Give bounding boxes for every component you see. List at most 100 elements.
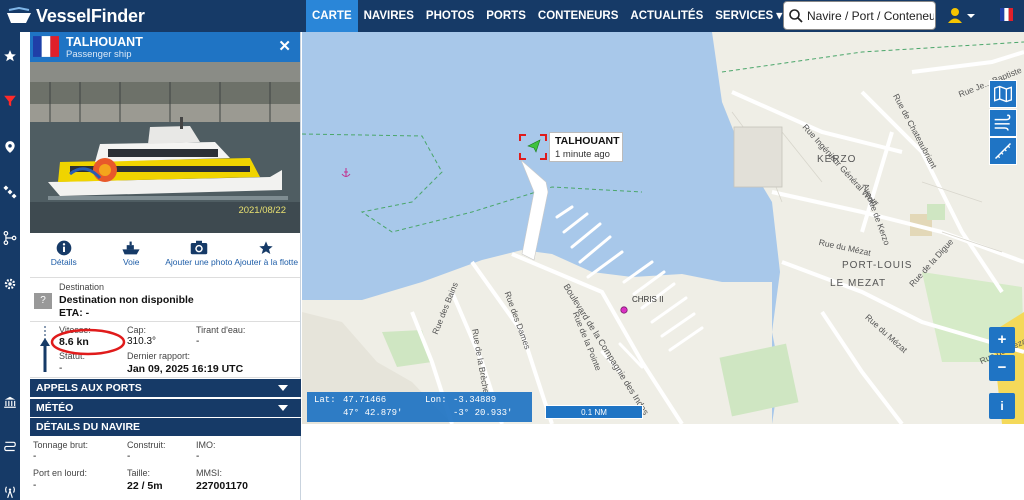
logo-icon	[7, 7, 31, 23]
antenna-icon	[5, 486, 15, 499]
wind-layer-button[interactable]	[989, 109, 1017, 137]
vessel-details-title: DÉTAILS DU NAVIRE	[36, 421, 141, 433]
map-scale-bar: 0.1 NM	[545, 405, 643, 419]
rail-route-button[interactable]	[2, 230, 18, 246]
speed-highlight-circle	[50, 328, 126, 356]
anchorage-icon	[341, 168, 351, 177]
info-icon	[56, 240, 72, 255]
vessel-popup-name: TALHOUANT	[555, 135, 620, 147]
rail-places-button[interactable]	[2, 139, 18, 155]
details-action[interactable]: Détails	[30, 233, 98, 277]
route-icon	[3, 231, 17, 245]
add-photo-action[interactable]: Ajouter une photo	[165, 233, 233, 277]
imo-label: IMO:	[196, 440, 216, 450]
gross-tonnage-value: -	[33, 451, 37, 462]
rail-track-button[interactable]	[2, 439, 18, 455]
star-icon	[259, 240, 273, 254]
built-value: -	[127, 451, 131, 462]
vessel-name: TALHOUANT	[66, 35, 143, 49]
vessel-label-chris-ii[interactable]: CHRIS II	[632, 295, 664, 304]
logo-text: VesselFinder	[36, 5, 145, 26]
camera-icon	[190, 240, 207, 255]
weather-title: MÉTÉO	[36, 402, 74, 414]
nav-actualites[interactable]: ACTUALITÉS	[624, 0, 709, 32]
nav-conteneurs[interactable]: CONTENEURS	[532, 0, 625, 32]
place-label-port-louis: PORT-LOUIS	[842, 260, 913, 271]
destination-value: Destination non disponible	[59, 294, 194, 306]
vessel-popup[interactable]: TALHOUANT 1 minute ago	[549, 132, 623, 162]
zoom-in-button[interactable]: +	[989, 327, 1015, 353]
rail-filter-button[interactable]	[2, 93, 18, 109]
port-calls-title: APPELS AUX PORTS	[36, 382, 142, 394]
vessel-type: Passenger ship	[66, 49, 132, 60]
map-view[interactable]: KERZO PORT-LOUIS LE MEZAT Rue Ingénieur …	[302, 32, 1024, 424]
rail-port-button[interactable]	[2, 394, 18, 410]
chevron-down-icon	[278, 405, 288, 411]
map-info-button[interactable]: i	[989, 393, 1015, 419]
nav-services[interactable]: SERVICES ▾	[709, 0, 788, 32]
language-flag-button[interactable]	[1000, 8, 1013, 21]
lon-dms: -3° 20.933'	[453, 408, 513, 418]
vessel-popup-time: 1 minute ago	[555, 149, 610, 160]
deadweight-label: Port en lourd:	[33, 468, 88, 478]
rail-antenna-button[interactable]	[2, 484, 18, 500]
ruler-icon	[994, 142, 1012, 160]
user-menu-button[interactable]	[947, 7, 977, 25]
chevron-down-icon	[278, 385, 288, 391]
lat-label: Lat:	[314, 395, 336, 405]
rail-settings-button[interactable]	[2, 276, 18, 292]
imo-value: -	[196, 451, 200, 462]
nav-ports[interactable]: PORTS	[480, 0, 532, 32]
vessel-flag	[33, 36, 59, 57]
deadweight-value: -	[33, 480, 37, 491]
port-calls-section-header[interactable]: APPELS AUX PORTS	[30, 379, 301, 397]
track-action[interactable]: Voie	[98, 233, 166, 277]
left-rail	[0, 32, 20, 500]
french-flag-icon	[1000, 8, 1013, 21]
add-to-fleet-action-label: Ajouter à la flotte	[234, 257, 299, 267]
track-action-label: Voie	[122, 257, 140, 267]
vessel-panel-header: TALHOUANT Passenger ship ✕	[30, 32, 300, 62]
add-photo-action-label: Ajouter une photo	[165, 257, 233, 267]
close-panel-button[interactable]: ✕	[278, 39, 291, 54]
nav-photos[interactable]: PHOTOS	[420, 0, 480, 32]
draught-label: Tirant d'eau:	[196, 325, 246, 335]
search-icon	[789, 8, 803, 23]
filter-icon	[4, 95, 16, 107]
map-base	[302, 32, 1024, 424]
search-input[interactable]	[804, 8, 934, 23]
rail-satellite-button[interactable]	[2, 184, 18, 200]
destination-label: Destination	[59, 282, 105, 292]
main-nav: CARTE NAVIRES PHOTOS PORTS CONTENEURS AC…	[306, 0, 788, 32]
map-layers-button[interactable]	[989, 80, 1017, 108]
lon-decimal: -3.34889	[453, 395, 497, 405]
user-icon	[948, 8, 975, 23]
map-layers-icon	[994, 85, 1012, 103]
vessel-photo[interactable]: 2021/08/22	[30, 62, 300, 233]
lon-label: Lon:	[425, 395, 447, 405]
app-root: VesselFinder CARTE NAVIRES PHOTOS PORTS …	[0, 0, 1024, 500]
unknown-destination-icon: ?	[34, 293, 52, 309]
mmsi-value: 227001170	[196, 480, 248, 492]
weather-section-header[interactable]: MÉTÉO	[30, 399, 301, 417]
nav-carte[interactable]: CARTE	[306, 0, 358, 32]
lat-dms: 47° 42.879'	[343, 408, 403, 418]
rail-favorites-button[interactable]	[2, 48, 18, 64]
logo[interactable]: VesselFinder	[6, 4, 145, 28]
satellite-icon	[3, 185, 17, 199]
mmsi-label: MMSI:	[196, 468, 222, 478]
vessel-actions: Détails Voie Ajouter une photo Ajouter à…	[30, 233, 300, 278]
add-to-fleet-action[interactable]: Ajouter à la flotte	[233, 233, 301, 277]
vessel-target-marker[interactable]	[519, 134, 547, 160]
measure-button[interactable]	[989, 137, 1017, 165]
nav-navires[interactable]: NAVIRES	[358, 0, 420, 32]
location-pin-icon	[5, 141, 15, 153]
size-label: Taille:	[127, 468, 151, 478]
photo-date: 2021/08/22	[238, 205, 286, 216]
draught-value: -	[196, 336, 200, 347]
built-label: Construit:	[127, 440, 166, 450]
size-value: 22 / 5m	[127, 480, 163, 492]
vessel-details-section-header[interactable]: DÉTAILS DU NAVIRE	[30, 418, 301, 436]
zoom-out-button[interactable]: −	[989, 355, 1015, 381]
search-box	[783, 1, 936, 30]
